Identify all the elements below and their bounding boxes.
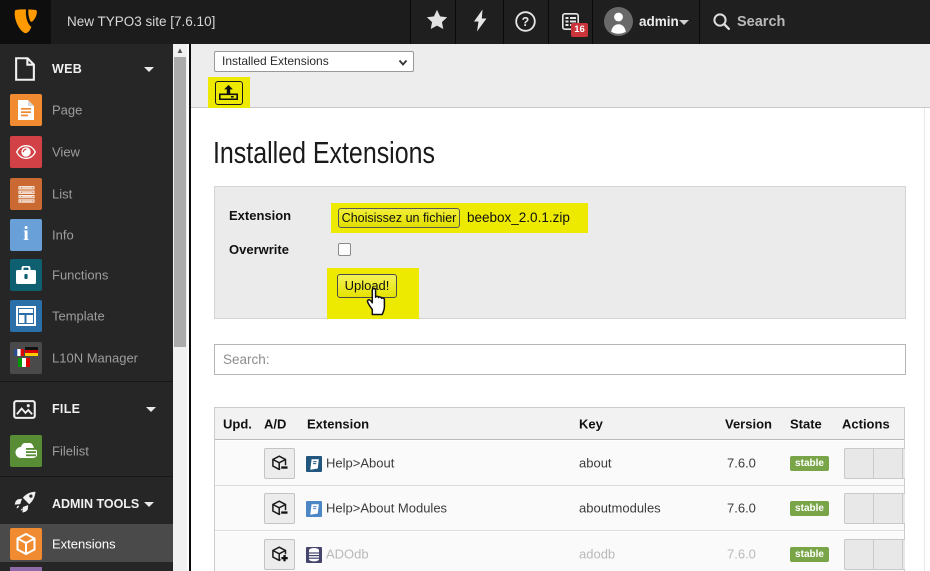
svg-text:?: ? [522,15,530,29]
